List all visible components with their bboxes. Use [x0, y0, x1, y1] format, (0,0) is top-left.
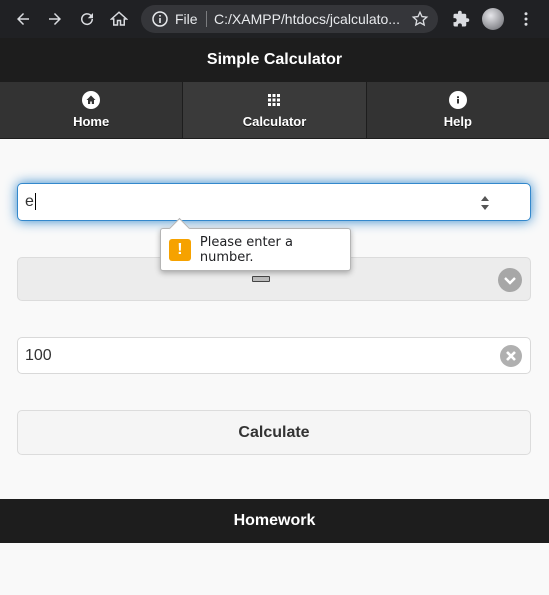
url-text[interactable]: C:/XAMPP/htdocs/jcalculato...: [214, 11, 404, 27]
nav-item-label: Home: [73, 114, 110, 129]
grid-icon: [265, 91, 283, 109]
extensions-puzzle-icon[interactable]: [449, 7, 473, 31]
validation-message: Please enter a number.: [199, 234, 293, 265]
nav-item-label: Calculator: [242, 114, 307, 129]
forward-arrow-icon[interactable]: [43, 7, 67, 31]
browser-toolbar: File C:/XAMPP/htdocs/jcalculato...: [0, 0, 549, 38]
chevron-down-icon[interactable]: [498, 268, 522, 292]
second-number-input[interactable]: 100: [17, 337, 531, 374]
home-browser-icon[interactable]: [107, 7, 131, 31]
nav-item-label: Help: [443, 114, 472, 129]
reload-icon[interactable]: [75, 7, 99, 31]
home-icon: [82, 91, 101, 109]
nav-item-calculator[interactable]: Calculator: [183, 82, 367, 139]
nav-item-help[interactable]: Help: [366, 82, 549, 139]
footer-title: Homework: [0, 499, 549, 543]
more-menu-icon[interactable]: [514, 7, 538, 31]
omnibox-divider: [206, 11, 207, 27]
text-caret: [34, 193, 36, 211]
info-icon[interactable]: [152, 11, 168, 27]
warning-icon: !: [169, 238, 191, 261]
first-number-value: e: [25, 193, 36, 211]
back-arrow-icon[interactable]: [11, 7, 35, 31]
nav-item-home[interactable]: Home: [0, 82, 184, 139]
first-number-input[interactable]: e: [17, 183, 531, 221]
profile-avatar[interactable]: [482, 8, 504, 30]
validation-tooltip: ! Please enter a number.: [160, 228, 351, 271]
number-spinner-icon[interactable]: [478, 192, 492, 214]
page-background: [0, 543, 549, 595]
bookmark-star-icon[interactable]: [411, 10, 429, 28]
operator-minus-icon: [252, 276, 270, 282]
clear-icon[interactable]: [500, 345, 522, 367]
url-scheme-label: File: [175, 11, 198, 27]
calculate-button[interactable]: Calculate: [17, 410, 531, 455]
navbar: Home Calculator Help: [0, 82, 549, 139]
second-number-value: 100: [25, 347, 52, 364]
page-title: Simple Calculator: [0, 38, 549, 82]
info-icon: [448, 91, 467, 109]
address-bar[interactable]: File C:/XAMPP/htdocs/jcalculato...: [141, 5, 438, 33]
